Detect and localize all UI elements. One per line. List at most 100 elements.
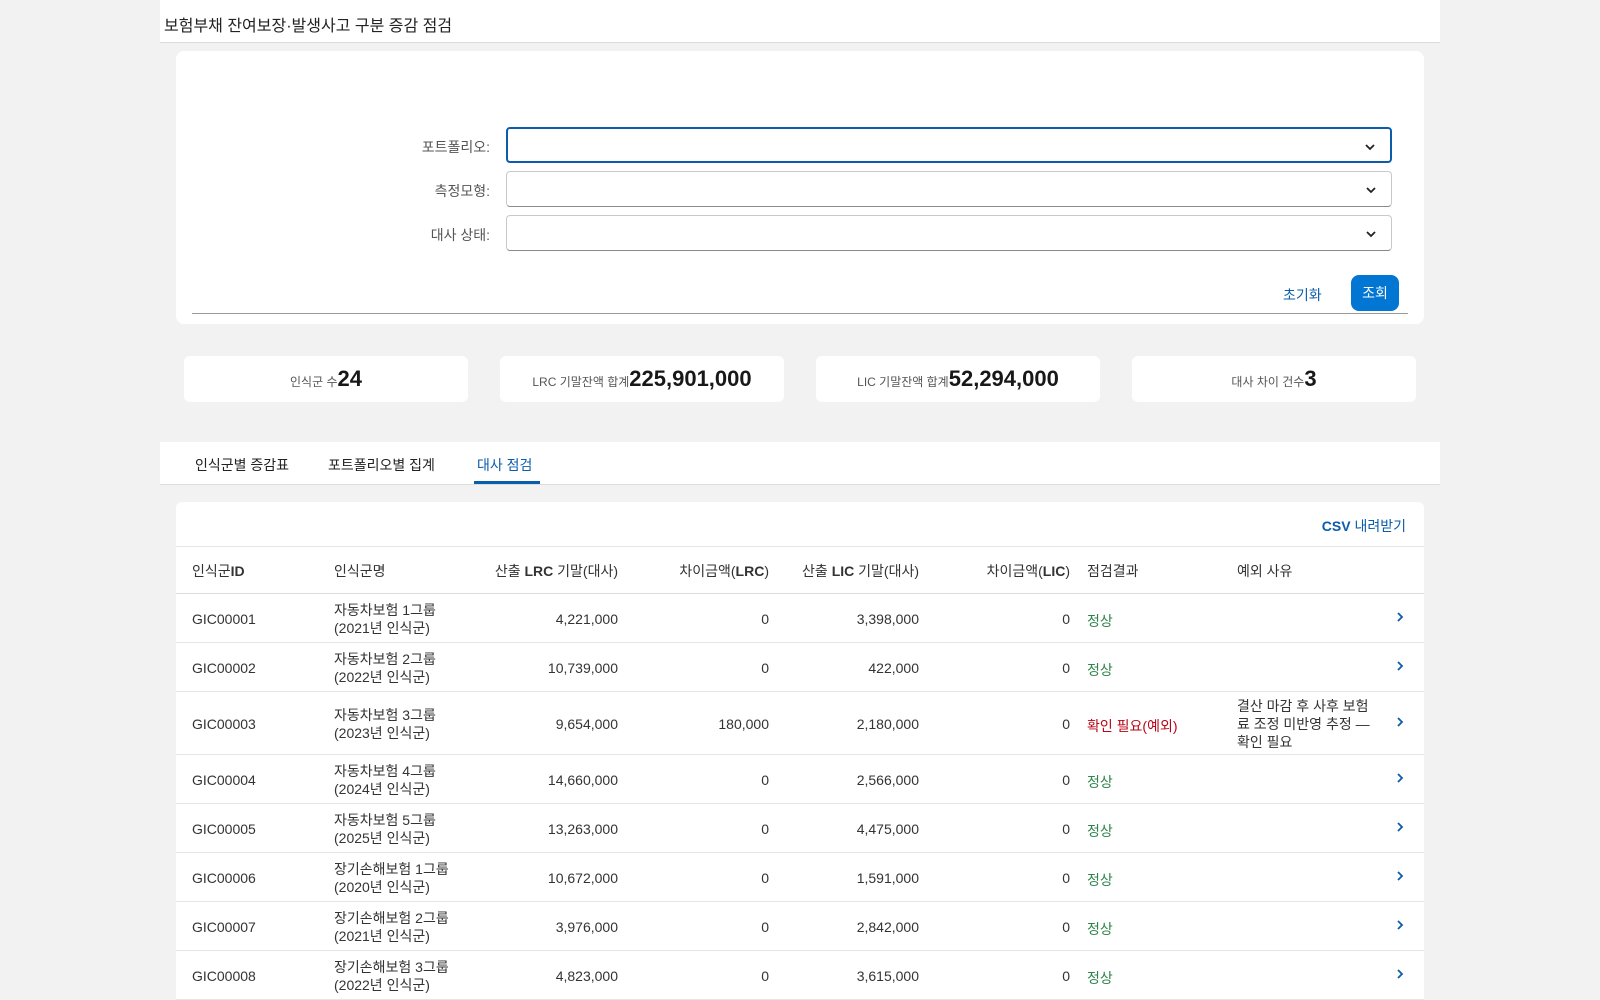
kpi-card-lrc-total: LRC 기말잔액 합계225,901,000: [500, 356, 784, 402]
cell-diff-lic: 0: [1062, 820, 1070, 837]
cell-diff-lic: 0: [1062, 967, 1070, 984]
cell-diff-lic: 0: [1062, 869, 1070, 886]
portfolio-select[interactable]: [506, 127, 1392, 163]
table-header: 인식군ID 인식군명 산출 LRC 기말(대사) 차이금액(LRC) 산출 LI…: [176, 546, 1424, 594]
cell-lic: 3,615,000: [856, 967, 919, 984]
app-header: 보험부채 잔여보장·발생사고 구분 증감 점검: [160, 0, 1440, 43]
chevron-down-icon: [1365, 144, 1375, 151]
cell-diff-lic: 0: [1062, 771, 1070, 788]
measurement-model-label: 측정모형:: [434, 183, 490, 199]
table-row[interactable]: GIC00001 자동차보험 1그룹 (2021년 인식군) 4,221,000 0 3,…: [176, 594, 1424, 643]
cell-result: 정상: [1087, 920, 1113, 937]
chevron-right-icon[interactable]: [1394, 611, 1406, 623]
cell-lrc: 14,660,000: [547, 771, 618, 788]
cell-result: 정상: [1087, 661, 1113, 678]
column-header-result[interactable]: 점검결과: [1087, 561, 1139, 581]
tab-portfolio-summary[interactable]: 포트폴리오별 집계: [328, 455, 435, 475]
kpi-label: LIC 기말잔액 합계: [857, 375, 949, 389]
chevron-right-icon[interactable]: [1394, 716, 1406, 728]
kpi-card-lic-total: LIC 기말잔액 합계52,294,000: [816, 356, 1100, 402]
cell-diff-lic: 0: [1062, 918, 1070, 935]
column-header-group-id[interactable]: 인식군ID: [192, 561, 245, 581]
table-row[interactable]: GIC00005 자동차보험 5그룹 (2025년 인식군) 13,263,000 0 4…: [176, 804, 1424, 853]
cell-lic: 2,842,000: [856, 918, 919, 935]
cell-lic: 422,000: [868, 659, 919, 676]
cell-diff-lrc: 0: [761, 869, 769, 886]
cell-group-name: 장기손해보험 2그룹 (2021년 인식군): [334, 909, 449, 944]
cell-group-name: 자동차보험 1그룹 (2021년 인식군): [334, 601, 436, 636]
cell-group-id: GIC00006: [192, 869, 256, 886]
active-tab-indicator: [474, 481, 540, 484]
cell-group-name: 장기손해보험 1그룹 (2020년 인식군): [334, 860, 449, 895]
table-row[interactable]: GIC00002 자동차보험 2그룹 (2022년 인식군) 10,739,000 0 4…: [176, 643, 1424, 692]
cell-result: 정상: [1087, 612, 1113, 629]
reset-button[interactable]: 초기화: [1283, 285, 1322, 305]
cell-result: 정상: [1087, 773, 1113, 790]
cell-lic: 1,591,000: [856, 869, 919, 886]
cell-diff-lrc: 180,000: [718, 715, 769, 732]
chevron-down-icon: [1366, 231, 1376, 238]
cell-lic: 2,180,000: [856, 715, 919, 732]
kpi-label: LRC 기말잔액 합계: [532, 375, 630, 389]
page-title: 보험부채 잔여보장·발생사고 구분 증감 점검: [164, 18, 453, 35]
chevron-right-icon[interactable]: [1394, 870, 1406, 882]
chevron-right-icon[interactable]: [1394, 919, 1406, 931]
column-header-diff-lrc[interactable]: 차이금액(LRC): [679, 561, 769, 581]
cell-exception-reason: 결산 마감 후 사후 보험료 조정 미반영 추정 — 확인 필요: [1237, 697, 1370, 750]
cell-lic: 2,566,000: [856, 771, 919, 788]
chevron-right-icon[interactable]: [1394, 772, 1406, 784]
reconciliation-status-select[interactable]: [506, 215, 1392, 251]
cell-lrc: 3,976,000: [555, 918, 618, 935]
cell-lrc: 10,672,000: [547, 869, 618, 886]
cell-diff-lic: 0: [1062, 715, 1070, 732]
column-header-lrc[interactable]: 산출 LRC 기말(대사): [495, 561, 618, 581]
cell-lrc: 4,221,000: [555, 610, 618, 627]
column-header-diff-lic[interactable]: 차이금액(LIC): [987, 561, 1070, 581]
kpi-card-group-count: 인식군 수24: [184, 356, 468, 402]
tab-bar: 인식군별 증감표 포트폴리오별 집계 대사 점검: [160, 442, 1440, 485]
filter-panel: 포트폴리오: 측정모형: 대사 상태: 초기화 조회: [176, 51, 1424, 324]
kpi-label: 인식군 수: [290, 375, 338, 389]
cell-group-id: GIC00002: [192, 659, 256, 676]
chevron-right-icon[interactable]: [1394, 660, 1406, 672]
cell-diff-lrc: 0: [761, 820, 769, 837]
measurement-model-select[interactable]: [506, 171, 1392, 207]
cell-diff-lrc: 0: [761, 659, 769, 676]
cell-lrc: 10,739,000: [547, 659, 618, 676]
column-header-group-name[interactable]: 인식군명: [334, 561, 386, 581]
chevron-right-icon[interactable]: [1394, 968, 1406, 980]
csv-download-link[interactable]: CSV 내려받기: [1322, 516, 1406, 536]
column-header-lic[interactable]: 산출 LIC 기말(대사): [802, 561, 919, 581]
table-row[interactable]: GIC00006 장기손해보험 1그룹 (2020년 인식군) 10,672,000 0…: [176, 853, 1424, 902]
table-row[interactable]: GIC00007 장기손해보험 2그룹 (2021년 인식군) 3,976,000 0 2…: [176, 902, 1424, 951]
kpi-label: 대사 차이 건수: [1231, 375, 1305, 389]
filter-row-model: 측정모형:: [176, 171, 1424, 207]
cell-group-id: GIC00007: [192, 918, 256, 935]
kpi-value: 24: [337, 366, 362, 391]
table-row[interactable]: GIC00008 장기손해보험 3그룹 (2022년 인식군) 4,823,000 0 3…: [176, 951, 1424, 1000]
cell-lrc: 9,654,000: [555, 715, 618, 732]
cell-result: 정상: [1087, 822, 1113, 839]
cell-group-id: GIC00003: [192, 715, 256, 732]
tab-group-changes[interactable]: 인식군별 증감표: [195, 455, 289, 475]
cell-lic: 4,475,000: [856, 820, 919, 837]
cell-lrc: 4,823,000: [555, 967, 618, 984]
table-row[interactable]: GIC00004 자동차보험 4그룹 (2024년 인식군) 14,660,000 0 2…: [176, 755, 1424, 804]
chevron-right-icon[interactable]: [1394, 821, 1406, 833]
chevron-down-icon: [1366, 187, 1376, 194]
cell-diff-lrc: 0: [761, 610, 769, 627]
column-header-exception[interactable]: 예외 사유: [1237, 561, 1292, 581]
tab-reconciliation[interactable]: 대사 점검: [477, 455, 532, 475]
cell-diff-lic: 0: [1062, 659, 1070, 676]
search-button[interactable]: 조회: [1351, 275, 1399, 311]
cell-result: 정상: [1087, 969, 1113, 986]
cell-result: 정상: [1087, 871, 1113, 888]
filter-row-status: 대사 상태:: [176, 215, 1424, 251]
kpi-value: 3: [1304, 366, 1317, 391]
cell-group-name: 자동차보험 3그룹 (2023년 인식군): [334, 706, 436, 741]
reconciliation-table-card: CSV 내려받기 인식군ID 인식군명 산출 LRC 기말(대사) 차이금액(L…: [176, 502, 1424, 1000]
table-row[interactable]: GIC00003 자동차보험 3그룹 (2023년 인식군) 9,654,000 180…: [176, 692, 1424, 755]
cell-result: 확인 필요(예외): [1087, 717, 1178, 734]
cell-group-id: GIC00008: [192, 967, 256, 984]
cell-group-id: GIC00005: [192, 820, 256, 837]
